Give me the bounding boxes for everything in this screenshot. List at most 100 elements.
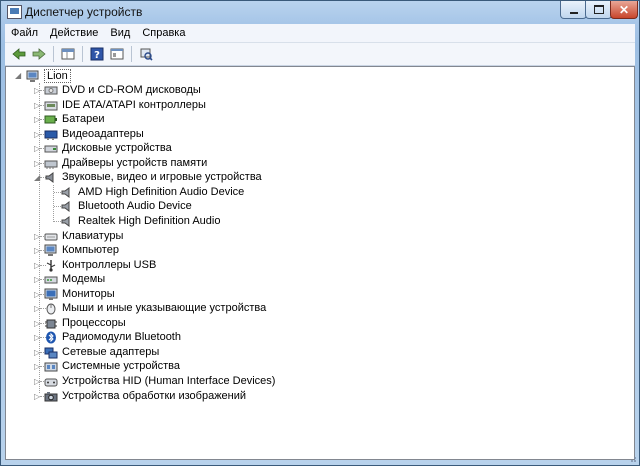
tree-device-label: AMD High Definition Audio Device — [78, 186, 245, 198]
monitor-icon — [44, 288, 58, 301]
expand-arrow-icon[interactable]: ▷ — [34, 348, 42, 357]
system-device-icon — [44, 360, 58, 373]
tree-category-label: Видеоадаптеры — [62, 128, 144, 140]
toolbar-separator — [131, 46, 132, 62]
tree-category-label: Устройства обработки изображений — [62, 390, 247, 402]
dvd-drive-icon — [44, 84, 58, 97]
resize-grip-icon[interactable] — [627, 453, 637, 463]
speaker-icon — [60, 215, 74, 228]
speaker-icon — [60, 200, 74, 213]
expand-arrow-icon[interactable]: ▷ — [34, 377, 42, 386]
tree-category-label: Драйверы устройств памяти — [62, 157, 208, 169]
collapse-arrow-icon[interactable]: ◢ — [15, 71, 23, 80]
help-icon[interactable]: ? — [89, 46, 105, 62]
memory-device-icon — [44, 157, 58, 170]
scan-hardware-icon[interactable] — [138, 46, 154, 62]
expand-arrow-icon[interactable]: ▷ — [34, 101, 42, 110]
close-icon: ✕ — [618, 2, 630, 17]
expand-arrow-icon[interactable]: ▷ — [34, 115, 42, 124]
tree-category-item[interactable]: Мониторы — [44, 287, 115, 301]
disk-drive-icon — [44, 142, 58, 155]
collapse-arrow-icon[interactable]: ◢ — [34, 173, 42, 182]
close-button[interactable]: ✕ — [610, 1, 638, 19]
bluetooth-icon — [44, 331, 58, 344]
tree-root-label: Lion — [44, 69, 71, 83]
tree-category-item[interactable]: Дисковые устройства — [44, 141, 172, 155]
minimize-icon — [569, 11, 578, 14]
tree-category-item[interactable]: Компьютер — [44, 243, 119, 257]
modem-icon — [44, 273, 58, 286]
expand-arrow-icon[interactable]: ▷ — [34, 86, 42, 95]
tree-category-item[interactable]: Звуковые, видео и игровые устройства — [44, 170, 262, 184]
tree-category-item[interactable]: Клавиатуры — [44, 229, 123, 243]
toolbar-separator — [82, 46, 83, 62]
computer-icon — [44, 244, 58, 257]
menu-help[interactable]: Справка — [136, 27, 191, 39]
tree-device-label: Realtek High Definition Audio — [78, 215, 221, 227]
menu-bar: Файл Действие Вид Справка — [5, 24, 635, 43]
tree-category-label: Системные устройства — [62, 360, 181, 372]
expand-arrow-icon[interactable]: ▷ — [34, 290, 42, 299]
tree-category-item[interactable]: Модемы — [44, 272, 105, 286]
tree-category-label: Сетевые адаптеры — [62, 346, 160, 358]
hid-icon — [44, 375, 58, 388]
tree-category-item[interactable]: Устройства HID (Human Interface Devices) — [44, 374, 275, 388]
tree-category-item[interactable]: Сетевые адаптеры — [44, 345, 159, 359]
properties-icon[interactable] — [60, 46, 76, 62]
tree-category-label: Дисковые устройства — [62, 142, 172, 154]
tree-category-item[interactable]: Батареи — [44, 112, 105, 126]
tree-category-item[interactable]: Видеоадаптеры — [44, 127, 144, 141]
tree-root[interactable]: Lion — [26, 69, 71, 83]
expand-arrow-icon[interactable]: ▷ — [34, 392, 42, 401]
tree-category-item[interactable]: IDE ATA/ATAPI контроллеры — [44, 98, 206, 112]
expand-arrow-icon[interactable]: ▷ — [34, 333, 42, 342]
tree-device-item[interactable]: AMD High Definition Audio Device — [60, 185, 244, 199]
toolbar-separator — [53, 46, 54, 62]
tree-category-label: Радиомодули Bluetooth — [62, 331, 181, 343]
expand-arrow-icon[interactable]: ▷ — [34, 232, 42, 241]
minimize-button[interactable] — [560, 1, 587, 19]
battery-icon — [44, 113, 58, 126]
back-arrow-icon[interactable] — [11, 46, 27, 62]
menu-view[interactable]: Вид — [104, 27, 136, 39]
svg-text:?: ? — [94, 50, 100, 61]
imaging-device-icon — [44, 390, 58, 403]
window-title: Диспетчер устройств — [25, 5, 143, 19]
expand-arrow-icon[interactable]: ▷ — [34, 319, 42, 328]
expand-arrow-icon[interactable]: ▷ — [34, 275, 42, 284]
maximize-button[interactable] — [585, 1, 612, 19]
expand-arrow-icon[interactable]: ▷ — [34, 159, 42, 168]
expand-arrow-icon[interactable]: ▷ — [34, 304, 42, 313]
tree-category-item[interactable]: Мыши и иные указывающие устройства — [44, 301, 266, 315]
sound-device-icon — [44, 171, 58, 184]
usb-icon — [44, 259, 58, 272]
tree-category-item[interactable]: Драйверы устройств памяти — [44, 156, 207, 170]
tree-category-label: Мониторы — [62, 288, 115, 300]
tree-device-label: Bluetooth Audio Device — [78, 200, 192, 212]
tree-category-item[interactable]: DVD и CD-ROM дисководы — [44, 83, 201, 97]
tree-category-label: Устройства HID (Human Interface Devices) — [62, 375, 276, 387]
tree-device-item[interactable]: Realtek High Definition Audio — [60, 214, 220, 228]
expand-arrow-icon[interactable]: ▷ — [34, 246, 42, 255]
tree-guide-line — [53, 185, 54, 222]
tree-category-label: Батареи — [62, 113, 105, 125]
tree-category-label: Процессоры — [62, 317, 126, 329]
toolbar: ? — [5, 43, 635, 66]
expand-arrow-icon[interactable]: ▷ — [34, 362, 42, 371]
tree-category-item[interactable]: Радиомодули Bluetooth — [44, 330, 181, 344]
tree-category-item[interactable]: Системные устройства — [44, 359, 180, 373]
forward-arrow-icon[interactable] — [31, 46, 47, 62]
tree-category-item[interactable]: Устройства обработки изображений — [44, 389, 246, 403]
mouse-icon — [44, 302, 58, 315]
expand-arrow-icon[interactable]: ▷ — [34, 144, 42, 153]
tree-device-item[interactable]: Bluetooth Audio Device — [60, 199, 192, 213]
menu-file[interactable]: Файл — [5, 27, 44, 39]
show-hide-console-tree-icon[interactable] — [109, 46, 125, 62]
title-bar[interactable]: Диспетчер устройств ✕ — [1, 1, 639, 23]
tree-category-item[interactable]: Контроллеры USB — [44, 258, 156, 272]
expand-arrow-icon[interactable]: ▷ — [34, 261, 42, 270]
tree-category-item[interactable]: Процессоры — [44, 316, 126, 330]
expand-arrow-icon[interactable]: ▷ — [34, 130, 42, 139]
menu-action[interactable]: Действие — [44, 27, 104, 39]
device-tree[interactable]: ◢ Lion ▷ DVD и CD-ROM дисководы ▷ IDE ATA/A… — [5, 66, 635, 460]
